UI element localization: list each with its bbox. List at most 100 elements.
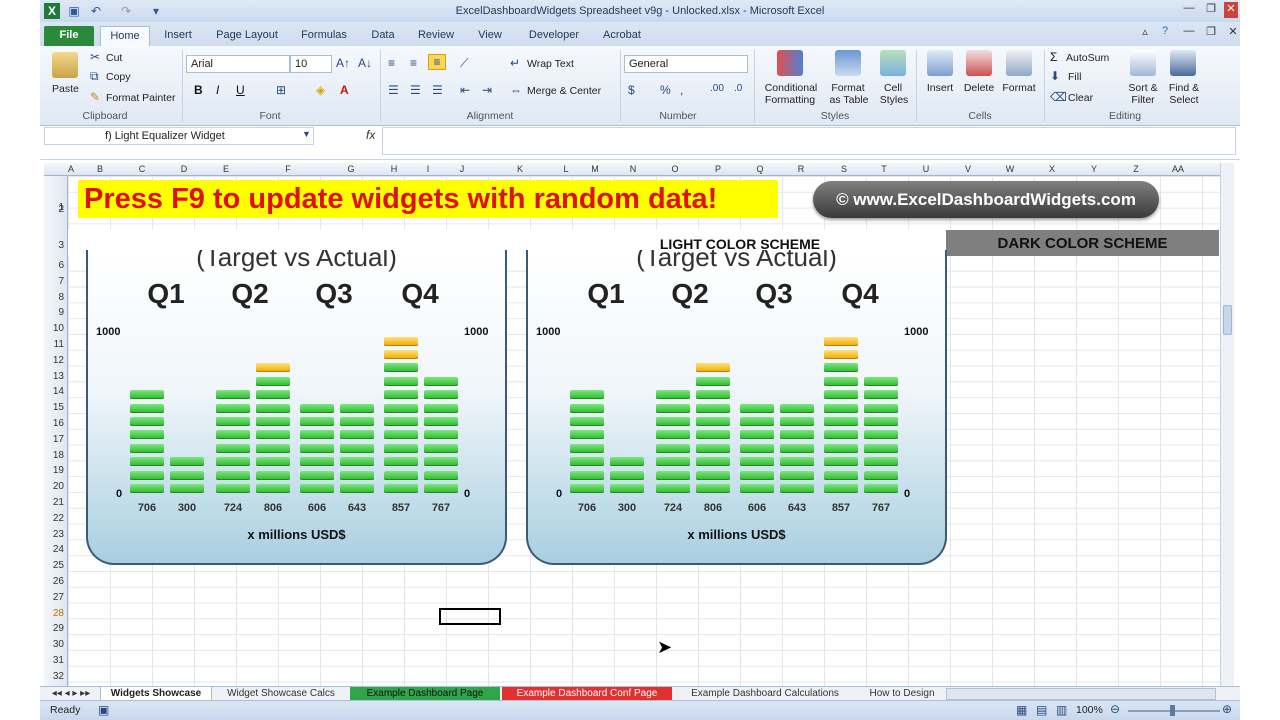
column-header[interactable]: B — [90, 164, 110, 174]
row-header[interactable]: 22 — [53, 513, 64, 524]
sort-filter-icon[interactable] — [1130, 50, 1156, 76]
decrease-indent-icon[interactable]: ⇤ — [460, 83, 470, 97]
column-header[interactable]: V — [958, 164, 978, 174]
column-header[interactable]: G — [341, 164, 361, 174]
align-left-icon[interactable]: ☰ — [388, 83, 399, 97]
row-header[interactable]: 6 — [58, 260, 64, 271]
row-header[interactable]: 10 — [53, 323, 64, 334]
font-size-select[interactable]: 10 — [290, 55, 332, 73]
delete-cells-button[interactable]: Delete — [962, 82, 996, 94]
format-cells-button[interactable]: Format — [1000, 82, 1038, 94]
row-header[interactable]: 32 — [53, 671, 64, 682]
currency-icon[interactable]: $ — [628, 83, 635, 97]
column-header[interactable]: H — [384, 164, 404, 174]
restore-icon[interactable]: ❐ — [1202, 2, 1220, 18]
comma-icon[interactable]: , — [680, 83, 683, 97]
tab-data[interactable]: Data — [364, 26, 402, 46]
sheet-nav-icon[interactable]: ◂◂ ◂ ▸ ▸▸ — [46, 687, 96, 701]
column-header[interactable]: I — [418, 164, 438, 174]
row-header[interactable]: 29 — [53, 623, 64, 634]
column-header[interactable]: R — [791, 164, 811, 174]
clear-button[interactable]: Clear — [1068, 92, 1093, 104]
borders-icon[interactable]: ⊞ — [276, 83, 286, 97]
cell-styles-label-2[interactable]: Styles — [876, 94, 912, 106]
format-as-table-label-2[interactable]: as Table — [826, 94, 872, 106]
column-header[interactable]: K — [510, 164, 530, 174]
cut-button[interactable]: Cut — [106, 52, 122, 64]
fill-color-icon[interactable]: ◈ — [316, 83, 325, 97]
tab-file[interactable]: File — [44, 26, 94, 46]
sort-filter-label[interactable]: Sort & — [1126, 82, 1160, 94]
column-header[interactable]: J — [452, 164, 472, 174]
selected-cell[interactable] — [439, 608, 501, 625]
column-header[interactable]: Y — [1084, 164, 1104, 174]
row-header[interactable]: 17 — [53, 434, 64, 445]
decrease-decimal-icon[interactable]: .0 — [734, 83, 742, 94]
insert-function-icon[interactable]: fx — [366, 128, 375, 142]
vertical-scrollbar[interactable] — [1220, 163, 1234, 688]
copy-button[interactable]: Copy — [106, 71, 131, 83]
name-box[interactable]: f) Light Equalizer Widget — [44, 127, 314, 145]
column-header[interactable]: E — [216, 164, 236, 174]
align-bottom-icon[interactable]: ≡ — [428, 54, 446, 70]
row-header[interactable]: 7 — [58, 276, 64, 287]
tab-home[interactable]: Home — [100, 26, 150, 46]
grow-font-icon[interactable]: A↑ — [336, 56, 350, 70]
close-icon[interactable]: ✕ — [1224, 2, 1238, 18]
tab-view[interactable]: View — [472, 26, 508, 46]
paste-icon[interactable] — [52, 52, 78, 78]
row-header[interactable]: 18 — [53, 450, 64, 461]
normal-view-icon[interactable]: ▦ — [1016, 703, 1027, 717]
autosum-button[interactable]: AutoSum — [1066, 52, 1109, 64]
sheet-tab-example-dashboard-calculations[interactable]: Example Dashboard Calculations — [680, 687, 850, 701]
row-header[interactable]: 20 — [53, 481, 64, 492]
row-header[interactable]: 31 — [53, 655, 64, 666]
column-header[interactable]: N — [623, 164, 643, 174]
font-name-select[interactable]: Arial — [186, 55, 290, 73]
minimize-icon[interactable]: — — [1180, 2, 1198, 18]
format-as-table-icon[interactable] — [835, 50, 861, 76]
align-middle-icon[interactable]: ≡ — [410, 56, 417, 70]
row-header[interactable]: 13 — [53, 371, 64, 382]
sheet-tab-widget-showcase-calcs[interactable]: Widget Showcase Calcs — [216, 687, 346, 701]
column-header[interactable]: D — [174, 164, 194, 174]
zoom-in-icon[interactable]: ⊕ — [1222, 702, 1232, 716]
doc-restore-icon[interactable]: ❐ — [1202, 25, 1220, 41]
column-header[interactable]: X — [1042, 164, 1062, 174]
column-header[interactable]: A — [61, 164, 81, 174]
sheet-tab-widgets-showcase[interactable]: Widgets Showcase — [100, 687, 212, 701]
row-header[interactable]: 3 — [58, 240, 64, 251]
bold-icon[interactable]: B — [194, 83, 203, 97]
increase-decimal-icon[interactable]: .00 — [710, 83, 724, 94]
increase-indent-icon[interactable]: ⇥ — [482, 83, 492, 97]
tab-page-layout[interactable]: Page Layout — [210, 26, 284, 46]
row-header[interactable]: 27 — [53, 592, 64, 603]
equalizer-widget-2[interactable]: (Target vs Actual) Q1 Q2 Q3 Q4 1000 1000 0 0 706 3… — [526, 250, 947, 565]
tab-insert[interactable]: Insert — [158, 26, 198, 46]
delete-cells-icon[interactable] — [966, 50, 992, 76]
wrap-text-button[interactable]: Wrap Text — [527, 58, 574, 70]
italic-icon[interactable]: I — [216, 83, 219, 97]
paste-button[interactable]: Paste — [52, 83, 79, 95]
column-header[interactable]: U — [916, 164, 936, 174]
column-header[interactable]: L — [556, 164, 576, 174]
row-header[interactable]: 19 — [53, 465, 64, 476]
zoom-out-icon[interactable]: ⊖ — [1110, 702, 1120, 716]
orientation-icon[interactable]: ⟋ — [460, 56, 468, 71]
find-select-icon[interactable] — [1170, 50, 1196, 76]
row-header[interactable]: 21 — [53, 497, 64, 508]
row-header[interactable]: 9 — [58, 307, 64, 318]
tab-developer[interactable]: Developer — [522, 26, 586, 46]
cell-styles-label[interactable]: Cell — [880, 82, 906, 94]
tab-acrobat[interactable]: Acrobat — [596, 26, 648, 46]
row-header[interactable]: 26 — [53, 576, 64, 587]
insert-cells-icon[interactable] — [927, 50, 953, 76]
align-right-icon[interactable]: ☰ — [432, 83, 443, 97]
sort-filter-label-2[interactable]: Filter — [1124, 94, 1162, 106]
help-icon[interactable]: ? — [1156, 25, 1174, 41]
column-header[interactable]: M — [585, 164, 605, 174]
sheet-tab-example-dashboard-conf-page[interactable]: Example Dashboard Conf Page — [502, 687, 672, 701]
cell-styles-icon[interactable] — [880, 50, 906, 76]
tab-review[interactable]: Review — [412, 26, 460, 46]
number-format-select[interactable]: General — [624, 55, 748, 73]
